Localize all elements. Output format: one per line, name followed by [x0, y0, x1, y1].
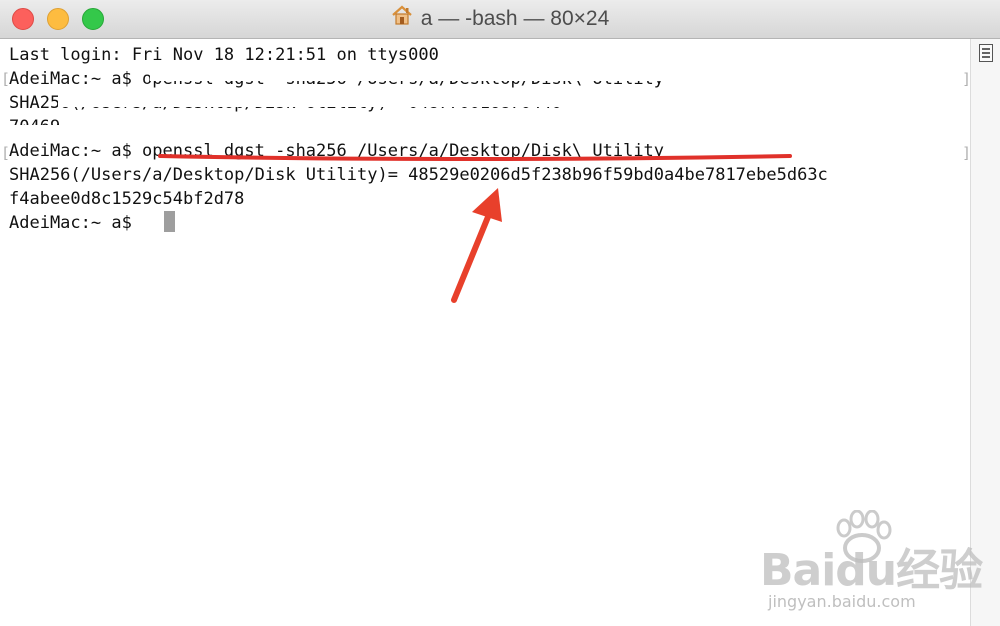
watermark-url: jingyan.baidu.com: [768, 592, 916, 611]
red-underline-annotation: [158, 154, 792, 161]
terminal-window: a — -bash — 80×24 Last login: Fri Nov 18…: [0, 0, 1000, 626]
watermark-brand: Baidu经验: [760, 545, 983, 596]
red-arrow-head: [472, 188, 502, 222]
red-arrow-annotation: [451, 209, 493, 303]
baidu-watermark: Baidu经验 jingyan.baidu.com: [760, 510, 990, 620]
